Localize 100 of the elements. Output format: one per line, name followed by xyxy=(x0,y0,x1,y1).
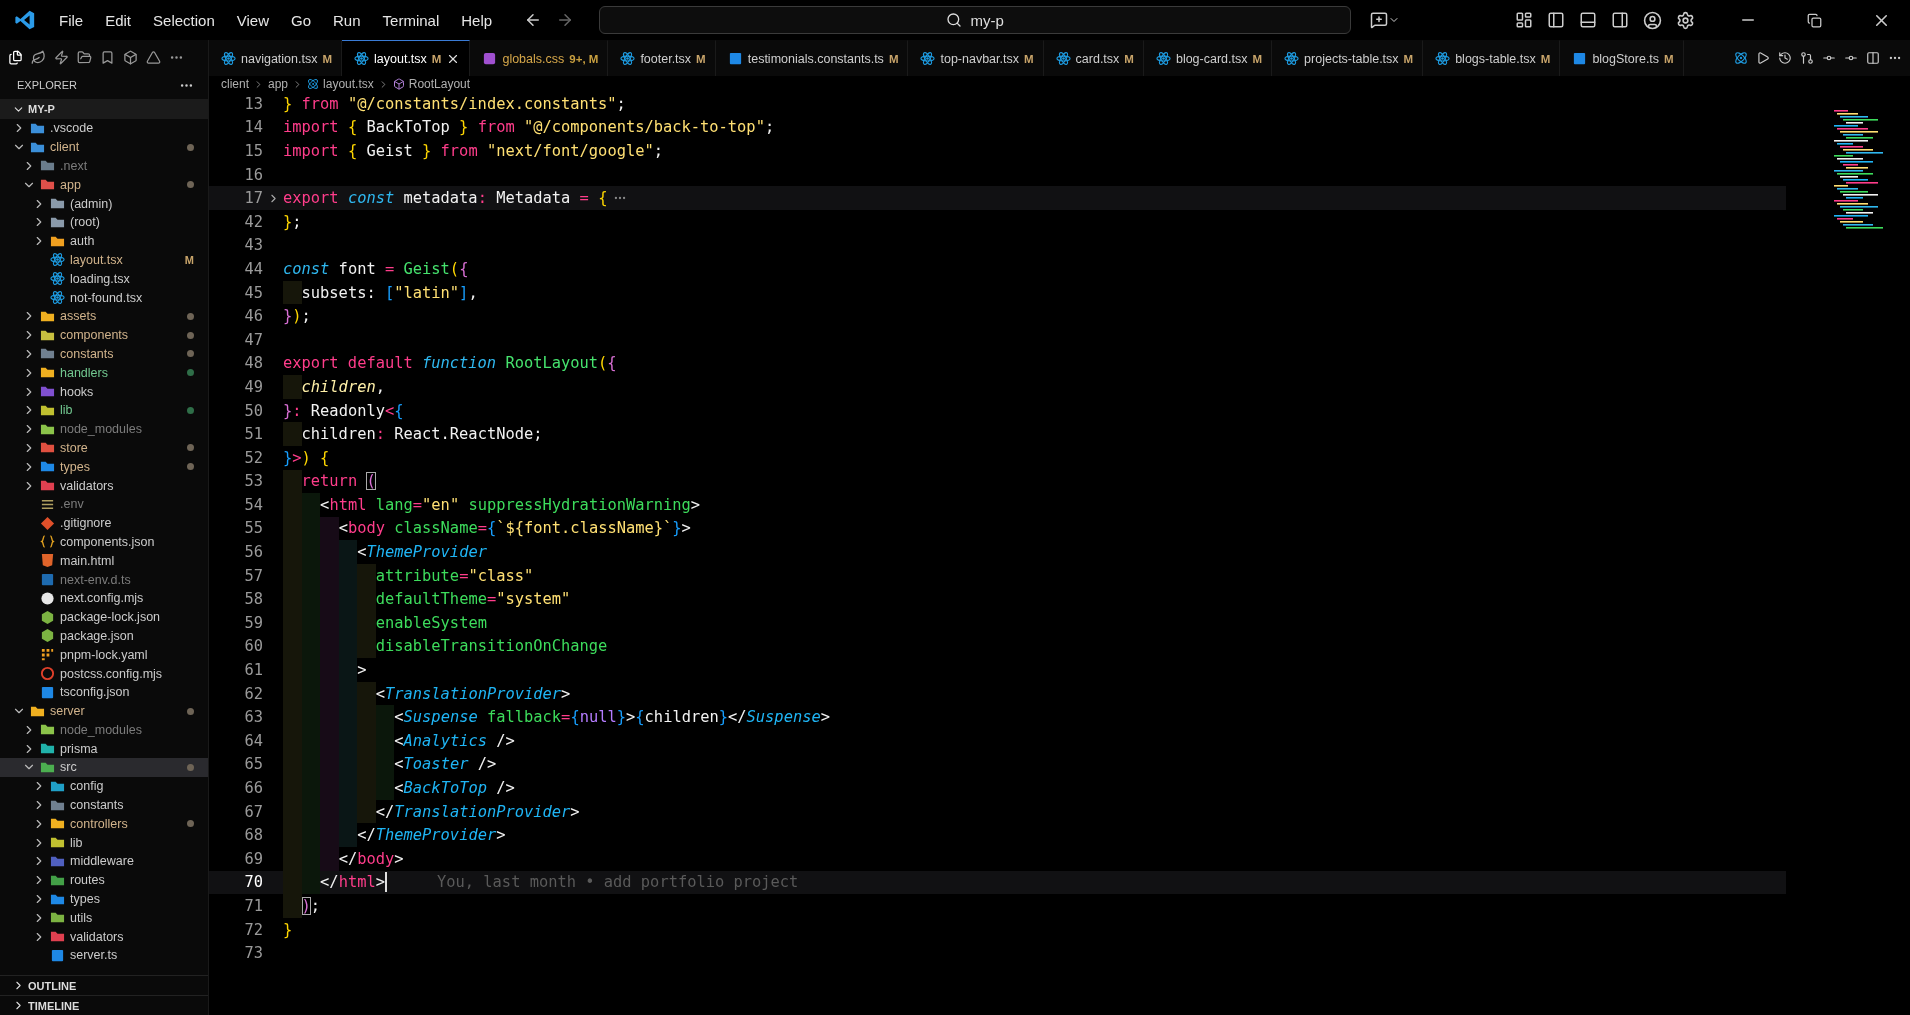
menu-item[interactable]: Go xyxy=(280,11,322,29)
tree-item[interactable]: tsconfig.json xyxy=(0,682,208,702)
tree-item[interactable]: src xyxy=(0,758,208,777)
tree-item[interactable]: node_modules xyxy=(0,419,208,439)
code-line: <Toaster /> xyxy=(283,752,497,777)
tree-item[interactable]: store xyxy=(0,438,208,458)
tree-item[interactable]: utils xyxy=(0,908,208,928)
menu-item[interactable]: Edit xyxy=(94,11,143,29)
line-number: 13 xyxy=(243,94,263,113)
tree-item[interactable]: constants xyxy=(0,344,208,364)
item-name: server xyxy=(50,704,86,719)
tree-item[interactable]: server xyxy=(0,701,208,721)
tree-item[interactable]: .gitignore xyxy=(0,513,208,533)
tree-item[interactable]: layout.tsx M xyxy=(0,250,208,270)
line-number: 51 xyxy=(243,425,263,444)
tree-item[interactable]: config xyxy=(0,776,208,796)
tree-item[interactable]: app xyxy=(0,175,208,195)
breadcrumb-item[interactable]: layout.tsx xyxy=(323,77,374,91)
tree-item[interactable]: .next xyxy=(0,156,208,176)
line-number: 56 xyxy=(243,543,263,562)
explorer-title: EXPLORER xyxy=(17,79,77,91)
tree-item[interactable]: main.html xyxy=(0,551,208,571)
tree-item[interactable]: constants xyxy=(0,795,208,815)
tree-item[interactable]: package.json xyxy=(0,626,208,646)
menu-item[interactable]: Help xyxy=(450,11,504,29)
tree-item[interactable]: .env xyxy=(0,494,208,514)
item-name: node_modules xyxy=(60,422,143,437)
tree-item[interactable]: auth xyxy=(0,231,208,251)
workspace-name: MY-P xyxy=(28,103,55,115)
tree-item[interactable]: components.json xyxy=(0,532,208,552)
item-name: utils xyxy=(70,910,94,925)
menu-item[interactable]: Selection xyxy=(142,11,226,29)
search-field[interactable]: my-p xyxy=(599,6,1352,34)
panel-header[interactable]: OUTLINE xyxy=(0,975,208,995)
tree-item[interactable]: package-lock.json xyxy=(0,607,208,627)
item-name: (root) xyxy=(70,215,101,230)
code-line: <ThemeProvider xyxy=(283,540,487,564)
item-name: types xyxy=(70,892,101,907)
tree-item[interactable]: assets xyxy=(0,306,208,326)
line-number: 68 xyxy=(243,826,263,845)
menu-item[interactable]: Run xyxy=(322,11,372,29)
line-number: 15 xyxy=(243,142,263,160)
line-number: 70 xyxy=(243,873,263,892)
tree-item[interactable]: next.config.mjs xyxy=(0,588,208,608)
line-number: 60 xyxy=(243,637,263,656)
line-number: 59 xyxy=(243,613,263,632)
line-number: 16 xyxy=(243,165,263,184)
tree-item[interactable]: postcss.config.mjs xyxy=(0,664,208,683)
code-line: <body className={`${font.className}`}> xyxy=(283,516,691,541)
workspace-header[interactable]: MY-P xyxy=(0,99,208,119)
tree-item[interactable]: (root) xyxy=(0,213,208,232)
tree-item[interactable]: node_modules xyxy=(0,720,208,740)
breadcrumb-item[interactable]: client xyxy=(221,77,249,91)
tree-item[interactable]: server.ts xyxy=(0,946,208,965)
line-number: 71 xyxy=(243,897,263,915)
tree-item[interactable]: middleware xyxy=(0,852,208,871)
tree-item[interactable]: (admin) xyxy=(0,194,208,213)
tree-item[interactable]: client xyxy=(0,137,208,157)
line-number: 53 xyxy=(243,472,263,491)
line-number: 64 xyxy=(243,731,263,750)
item-name: package-lock.json xyxy=(60,610,162,625)
tree-item[interactable]: controllers xyxy=(0,814,208,834)
panel-header[interactable]: TIMELINE xyxy=(0,995,208,1015)
item-name: validators xyxy=(70,929,125,944)
code-line: </TranslationProvider> xyxy=(283,799,580,824)
tree-item[interactable]: loading.tsx xyxy=(0,269,208,289)
menu-item[interactable]: Terminal xyxy=(371,11,451,29)
item-name: (admin) xyxy=(70,196,114,211)
breadcrumb-item[interactable]: app xyxy=(268,77,289,91)
code-line: } from "@/constants/index.constants"; xyxy=(283,93,626,115)
menu-item[interactable]: File xyxy=(48,11,95,29)
tree-item[interactable]: types xyxy=(0,889,208,909)
item-name: tsconfig.json xyxy=(60,685,131,700)
breadcrumb-item[interactable]: RootLayout xyxy=(408,77,471,91)
menu-item[interactable]: View xyxy=(225,11,280,29)
line-number: 55 xyxy=(243,519,263,538)
tree-item[interactable]: lib xyxy=(0,833,208,853)
tree-item[interactable]: components xyxy=(0,325,208,345)
line-number: 72 xyxy=(243,920,263,939)
tree-item[interactable]: .vscode xyxy=(0,119,208,138)
tree-item[interactable]: validators xyxy=(0,927,208,947)
tree-item[interactable]: next-env.d.ts xyxy=(0,570,208,589)
tree-item[interactable]: lib xyxy=(0,400,208,420)
tree-item[interactable]: not-found.tsx xyxy=(0,288,208,307)
item-name: layout.tsx xyxy=(70,252,124,267)
code-line: <Analytics /> xyxy=(283,729,515,753)
item-name: postcss.config.mjs xyxy=(60,666,164,681)
tree-item[interactable]: validators xyxy=(0,476,208,495)
line-number: 61 xyxy=(243,661,263,680)
tree-item[interactable]: handlers xyxy=(0,363,208,383)
tree-item[interactable]: prisma xyxy=(0,739,208,759)
tree-item[interactable]: routes xyxy=(0,870,208,890)
line-number: 14 xyxy=(243,118,263,137)
editor-tab[interactable]: layout.tsx M xyxy=(342,40,471,76)
tree-item[interactable]: pnpm-lock.yaml xyxy=(0,645,208,665)
tree-item[interactable]: types xyxy=(0,457,208,477)
item-name: .gitignore xyxy=(60,516,113,531)
git-status-label: M xyxy=(184,253,194,266)
line-number: 58 xyxy=(243,590,263,609)
tree-item[interactable]: hooks xyxy=(0,382,208,401)
